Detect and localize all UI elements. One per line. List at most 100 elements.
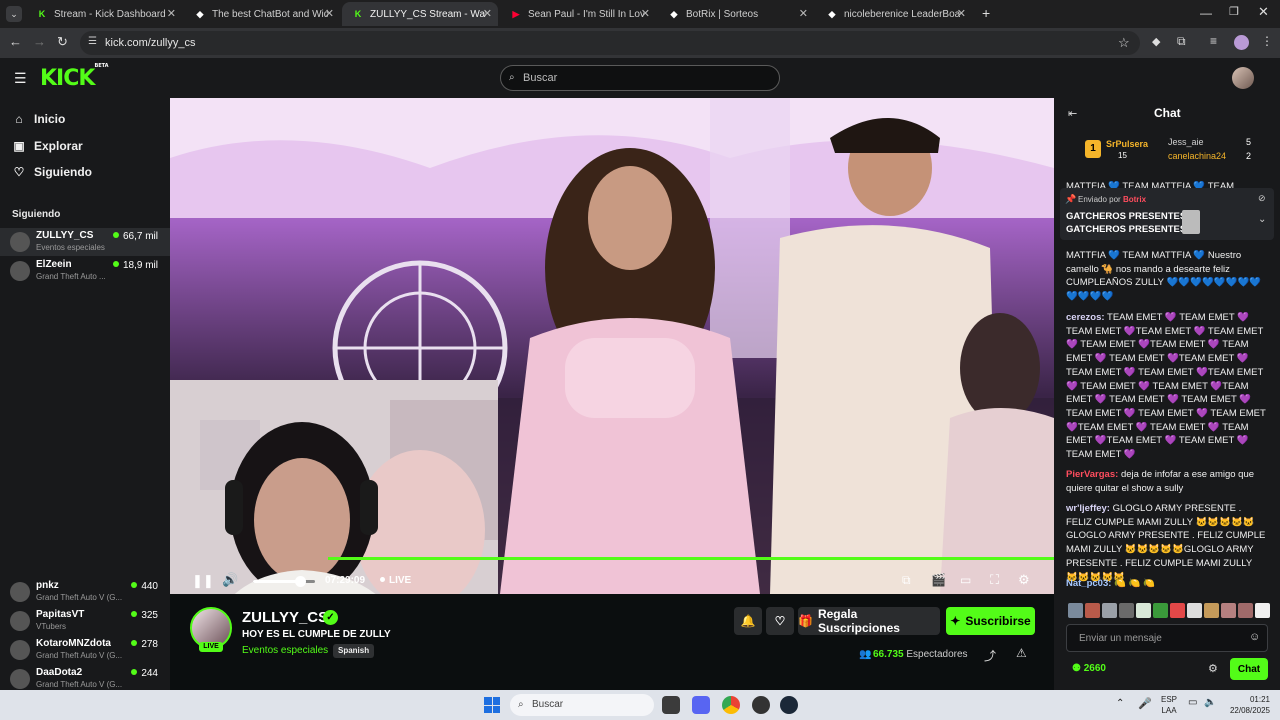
chat-username[interactable]: wr'ljeffey: (1066, 503, 1110, 514)
profile-avatar[interactable] (1234, 35, 1249, 50)
site-info-icon[interactable]: ☰ (88, 36, 97, 47)
browser-tab[interactable]: ◆ BotRix | Sorteos ✕ (658, 2, 814, 26)
followed-channel[interactable]: ZULLYY_CS Eventos especiales 66,7 mil (0, 228, 170, 256)
channel-points[interactable]: ⚉ 2660 (1072, 663, 1106, 674)
tab-close-icon[interactable]: ✕ (641, 7, 650, 20)
microphone-icon[interactable]: 🎤 (1138, 697, 1152, 710)
extensions-puzzle-icon[interactable]: ⧉ (1177, 34, 1186, 49)
chat-message[interactable]: Nat_pc03: 🍋 🍋 🍋 (1066, 577, 1266, 591)
nav-item-2[interactable]: ♡ Siguiendo (12, 162, 92, 182)
followed-channel[interactable]: ElZeein Grand Theft Auto ... 18,9 mil (0, 257, 170, 285)
browser-tab[interactable]: ◆ The best ChatBot and Widgets✕ (184, 2, 340, 26)
reload-icon[interactable]: ↻ (57, 34, 68, 50)
expand-chevron-icon[interactable]: ⌄ (1258, 214, 1266, 225)
chat-username[interactable]: PierVargas: (1066, 469, 1118, 480)
extension-icon[interactable]: ◆ (1152, 35, 1160, 48)
tab-close-icon[interactable]: ✕ (957, 7, 966, 20)
windows-start-icon[interactable] (484, 697, 500, 713)
followed-channel[interactable]: PapitasVT VTubers 325 (0, 607, 170, 635)
nav-item-0[interactable]: ⌂ Inicio (12, 109, 65, 129)
followed-channel[interactable]: DaaDota2 Grand Theft Auto V (G... 244 (0, 665, 170, 693)
followed-channel[interactable]: KotaroMNZdota Grand Theft Auto V (G... 278 (0, 636, 170, 664)
browser-tab[interactable]: K ZULLYY_CS Stream - Watch ✕ (342, 2, 498, 26)
collapse-chat-icon[interactable]: ⇤ (1068, 107, 1077, 120)
clock-time: 01:21 (1249, 695, 1270, 704)
gift-icon: 🎁 (798, 614, 813, 628)
chat-settings-icon[interactable]: ⚙ (1208, 662, 1218, 675)
close-window-button[interactable]: ✕ (1258, 4, 1269, 20)
video-player[interactable] (170, 98, 1054, 594)
tray-chevron-icon[interactable]: ⌃ (1116, 698, 1124, 709)
nav-item-1[interactable]: ▣ Explorar (12, 136, 82, 156)
restore-button[interactable]: ❐ (1229, 5, 1239, 18)
search-input[interactable]: ⌕ Buscar (500, 65, 780, 91)
browser-tab[interactable]: ▶ Sean Paul - I'm Still In Love With✕ (500, 2, 656, 26)
pinned-message[interactable]: 📌 Enviado por Botrix ⊘ GATCHEROS PRESENT… (1060, 188, 1274, 240)
minimize-button[interactable]: — (1200, 6, 1212, 20)
notification-bell-button[interactable]: 🔔 (734, 607, 762, 635)
tab-close-icon[interactable]: ✕ (325, 7, 334, 20)
chat-input[interactable]: Enviar un mensaje ☺ (1066, 624, 1268, 652)
subscribe-button[interactable]: ✦ Suscribirse (946, 607, 1035, 635)
follow-heart-button[interactable]: ♡ (766, 607, 794, 635)
volume-icon[interactable]: 🔊 (222, 572, 238, 588)
network-icon[interactable]: ▭ (1188, 697, 1197, 708)
new-tab-button[interactable]: + (982, 5, 990, 21)
unpin-icon[interactable]: ⊘ (1258, 193, 1266, 204)
leaderboard-value-1: 15 (1118, 151, 1127, 160)
browser-menu-icon[interactable]: ⋮ (1261, 34, 1273, 48)
stream-category-link[interactable]: Eventos especiales (242, 645, 328, 656)
settings-gear-icon[interactable]: ⚙ (1018, 572, 1030, 588)
tab-close-icon[interactable]: ✕ (167, 7, 176, 20)
chat-message[interactable]: cerezos: TEAM EMET 💜 TEAM EMET 💜 TEAM EM… (1066, 311, 1266, 462)
channel-name: DaaDota2 (36, 667, 83, 678)
hamburger-menu-icon[interactable]: ☰ (14, 70, 27, 87)
clip-icon[interactable]: 🎬 (931, 573, 946, 587)
back-icon[interactable]: ← (9, 34, 22, 49)
chat-username[interactable]: cerezos: (1066, 312, 1105, 323)
pause-icon[interactable]: ❚❚ (192, 573, 214, 589)
task-view-icon[interactable] (662, 696, 680, 714)
chat-text: MATTFIA 💙 TEAM MATTFIA 💙 Nuestro camello… (1066, 250, 1262, 303)
send-chat-button[interactable]: Chat (1230, 658, 1268, 680)
live-progress-bar[interactable] (328, 557, 1054, 560)
user-avatar[interactable] (1232, 67, 1254, 89)
chat-username[interactable]: Nat_pc03: (1066, 578, 1111, 589)
chat-message[interactable]: wr'ljeffey: GLOGLO ARMY PRESENTE . FELIZ… (1066, 502, 1266, 584)
fullscreen-icon[interactable]: ⛶ (990, 572, 999, 588)
media-control-icon[interactable]: ≡ (1210, 34, 1217, 48)
site-header: ☰ KICKBETA ⌕ Buscar (0, 58, 1280, 98)
forward-icon[interactable]: → (33, 34, 46, 49)
volume-slider-handle[interactable] (294, 576, 306, 587)
clock[interactable]: 01:21 22/08/2025 (1226, 694, 1270, 716)
channel-name[interactable]: ZULLYY_CS (242, 609, 328, 626)
report-icon[interactable]: ⚠ (1016, 646, 1027, 660)
language-tag[interactable]: Spanish (333, 644, 375, 658)
chrome-icon[interactable] (722, 696, 740, 714)
tab-close-icon[interactable]: ✕ (799, 7, 808, 20)
tab-close-icon[interactable]: ✕ (483, 7, 492, 20)
taskbar-search-box[interactable]: ⌕ Buscar (510, 694, 654, 716)
chat-message[interactable]: MATTFIA 💙 TEAM MATTFIA 💙 Nuestro camello… (1066, 249, 1266, 304)
chat-message[interactable]: PierVargas: deja de infofar a ese amigo … (1066, 468, 1266, 495)
share-icon[interactable]: ⤴ (984, 647, 996, 664)
viewer-number: 66.735 (873, 649, 904, 660)
discord-icon[interactable] (692, 696, 710, 714)
input-language[interactable]: ESP LAA (1161, 694, 1177, 716)
taskbar-search-label: Buscar (532, 699, 564, 710)
followed-channel[interactable]: pnkz Grand Theft Auto V (G... 440 (0, 578, 170, 606)
address-bar[interactable]: ☰ kick.com/zullyy_cs ☆ (80, 31, 1140, 55)
kick-logo[interactable]: KICKBETA (40, 63, 109, 91)
steam-icon[interactable] (780, 696, 798, 714)
volume-slider[interactable] (253, 576, 315, 587)
speaker-icon[interactable]: 🔈 (1204, 697, 1216, 708)
emoji-picker-icon[interactable]: ☺ (1249, 631, 1260, 643)
browser-tab[interactable]: K Stream - Kick Dashboard ✕ (26, 2, 182, 26)
tab-search-button[interactable]: ⌄ (6, 6, 22, 22)
app-icon[interactable] (752, 696, 770, 714)
miniplayer-icon[interactable]: ⧉ (902, 573, 911, 588)
theater-mode-icon[interactable]: ▭ (960, 573, 971, 587)
gift-subscriptions-button[interactable]: 🎁 Regala Suscripciones (798, 607, 940, 635)
bookmark-star-icon[interactable]: ☆ (1118, 35, 1130, 51)
browser-tab[interactable]: ◆ nicoleberenice LeaderBoard | T✕ (816, 2, 972, 26)
